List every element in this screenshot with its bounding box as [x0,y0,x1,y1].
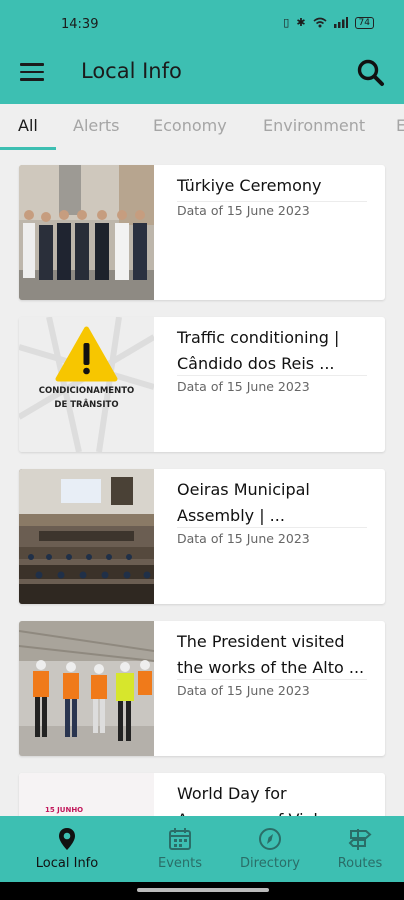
traffic-graphic-text: DE TRÂNSITO [54,400,119,410]
awareness-poster: 15 JUNHO [19,773,154,816]
nav-directory[interactable]: Directory [228,816,312,882]
tab-more[interactable]: E [396,116,404,135]
location-pin-icon [59,828,75,850]
search-icon[interactable] [356,58,386,88]
card-date: Data of 15 June 2023 [177,203,310,218]
news-list[interactable]: Türkiye Ceremony Data of 15 June 2023 CO… [0,150,404,816]
site-visit-photo [19,621,154,756]
calendar-icon [169,828,191,850]
status-time: 14:39 [61,17,99,32]
nav-events[interactable]: Events [140,816,220,882]
nav-label: Directory [240,856,300,871]
vibrate-icon: ▯ [283,16,290,29]
news-card[interactable]: Oeiras Municipal Assembly | ... Data of … [19,469,385,604]
card-date: Data of 15 June 2023 [177,531,310,546]
poster-text: 15 JUNHO [45,806,84,814]
nav-routes[interactable]: Routes [322,816,398,882]
category-tabs: All Alerts Economy Environment E [0,104,404,150]
card-date: Data of 15 June 2023 [177,683,310,698]
tab-environment[interactable]: Environment [263,116,365,135]
nav-label: Local Info [35,856,99,871]
system-navigation-bar [0,882,404,900]
bluetooth-icon: ✱ [296,16,306,29]
status-icons: ▯ ✱ 74 [283,16,374,29]
traffic-warning-graphic: CONDICIONAMENTO DE TRÂNSITO [19,317,154,452]
divider [177,679,367,680]
home-gesture-handle[interactable] [137,888,269,892]
card-title: Traffic conditioning | Cândido dos Reis … [177,328,340,373]
news-card[interactable]: Türkiye Ceremony Data of 15 June 2023 [19,165,385,300]
divider [177,527,367,528]
nav-label: Routes [337,856,383,871]
tab-economy[interactable]: Economy [153,116,227,135]
card-title: Türkiye Ceremony [177,176,322,195]
tab-all[interactable]: All [18,116,38,135]
page-title: Local Info [81,59,182,83]
assembly-photo [19,469,154,604]
card-title: World Day for Awareness of Violence ... [177,784,356,816]
status-bar: 14:39 ▯ ✱ 74 [0,0,404,42]
divider [177,201,367,202]
traffic-graphic-text: CONDICIONAMENTO [38,386,135,396]
divider [177,375,367,376]
bottom-navigation: Local Info Events Directory Routes [0,816,404,882]
wifi-icon [313,17,327,28]
nav-label: Events [157,856,202,871]
ceremony-photo [19,165,154,300]
signal-icon [333,17,348,28]
card-title: Oeiras Municipal Assembly | ... [177,480,310,525]
app-bar: Local Info [0,42,404,104]
card-date: Data of 15 June 2023 [177,379,310,394]
news-card[interactable]: The President visited the works of the A… [19,621,385,756]
hamburger-menu-icon[interactable] [20,63,44,83]
news-card[interactable]: CONDICIONAMENTO DE TRÂNSITO Traffic cond… [19,317,385,452]
compass-icon [259,828,281,850]
news-card[interactable]: 15 JUNHO World Day for Awareness of Viol… [19,773,385,816]
tab-alerts[interactable]: Alerts [73,116,119,135]
card-title: The President visited the works of the A… [177,632,365,677]
nav-local-info[interactable]: Local Info [17,816,117,882]
signpost-icon [348,829,372,850]
battery-icon: 74 [354,16,374,29]
